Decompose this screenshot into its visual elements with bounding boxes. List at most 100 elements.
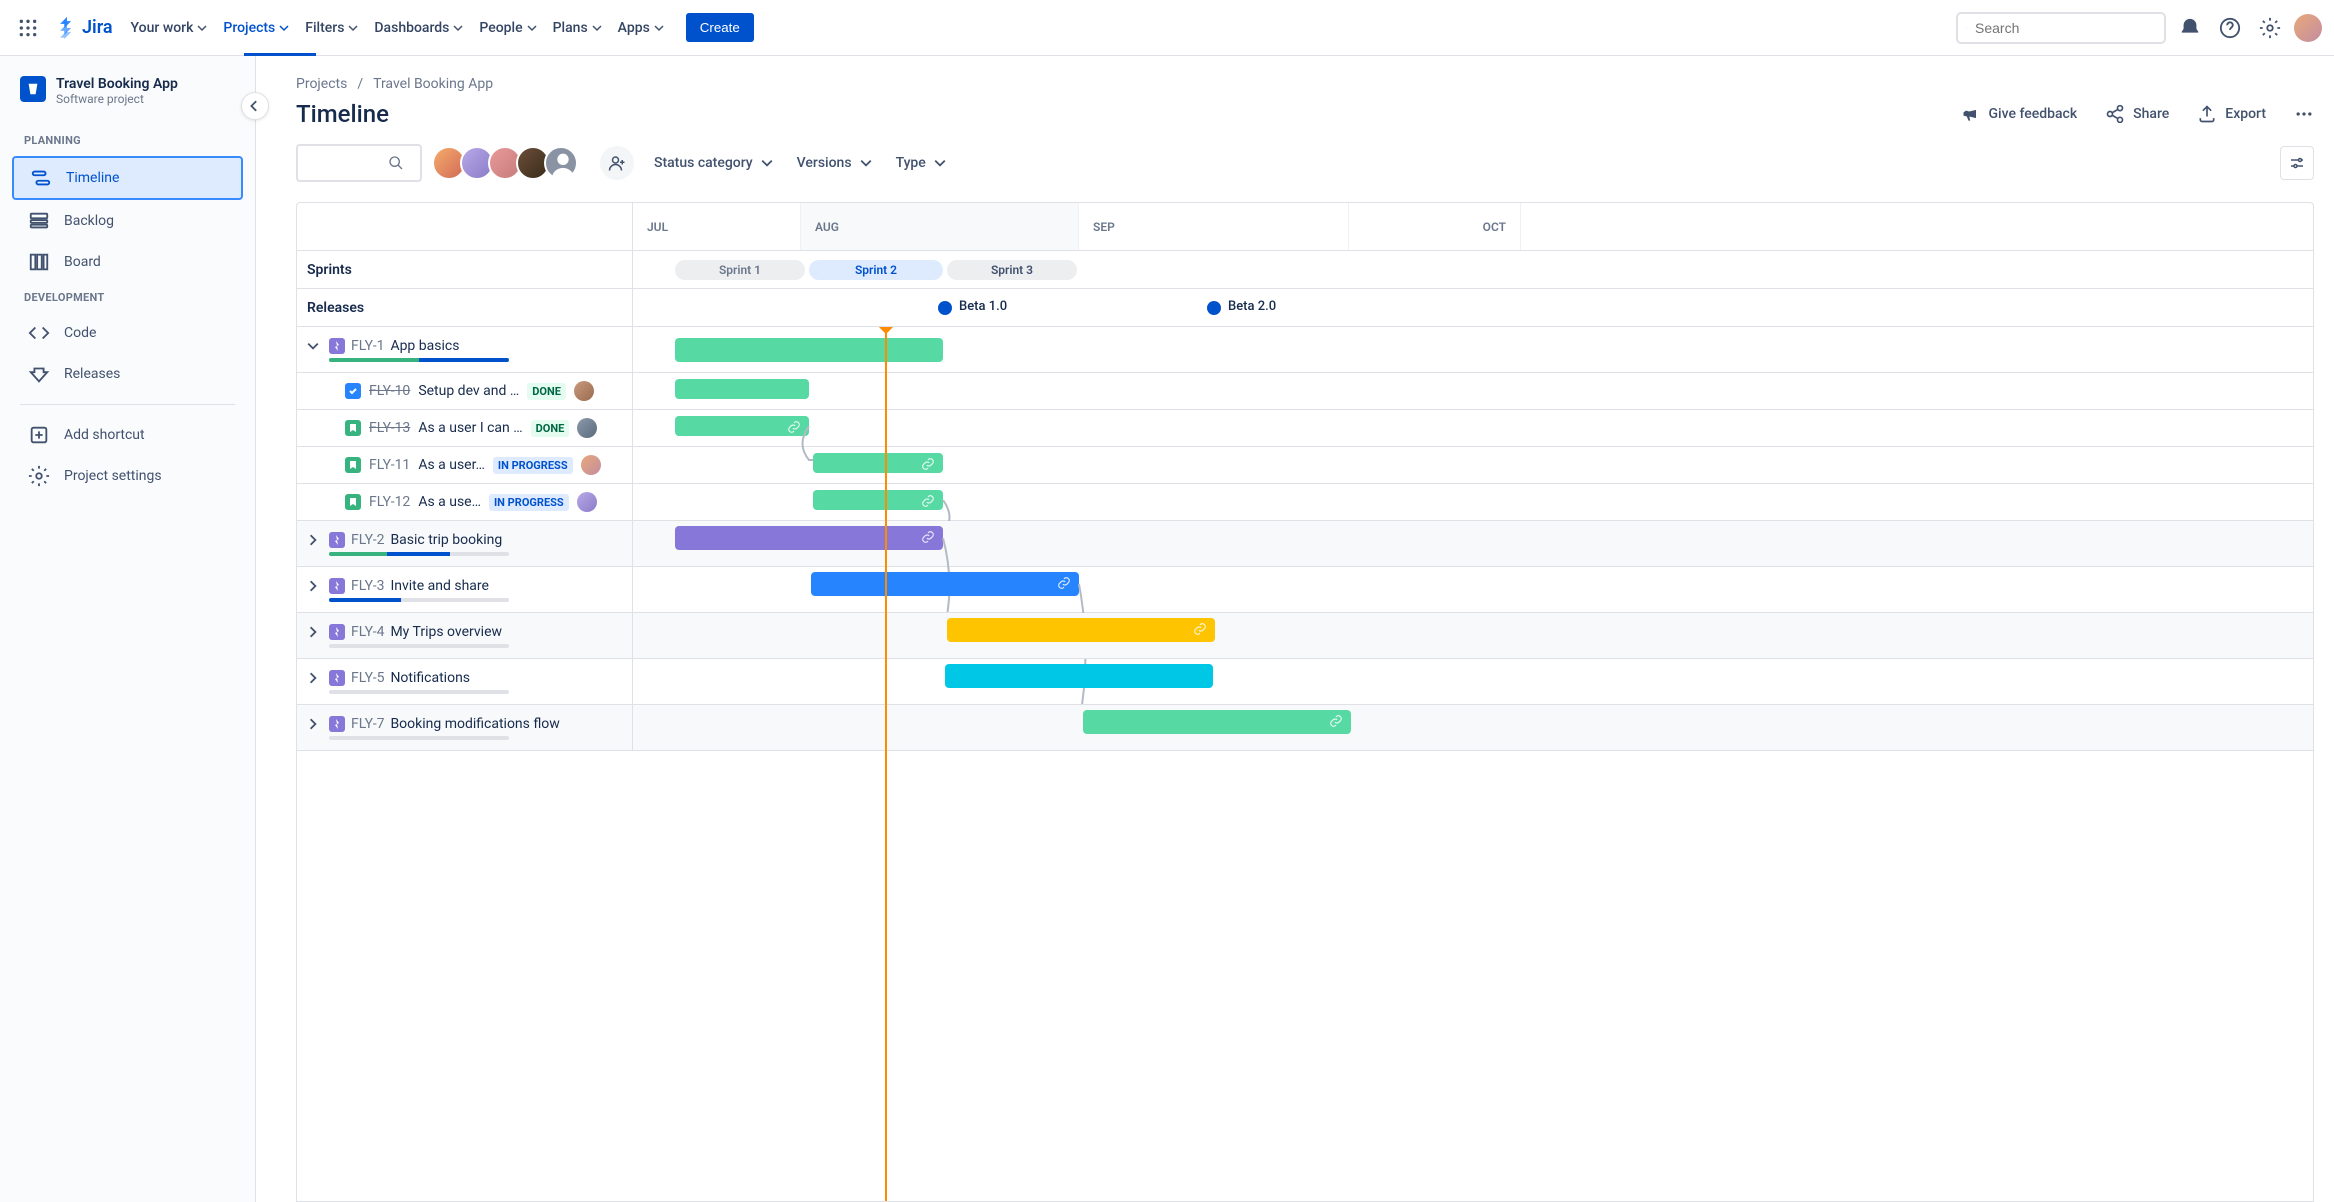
status-badge: IN PROGRESS xyxy=(493,457,573,474)
breadcrumb-project[interactable]: Travel Booking App xyxy=(373,76,493,92)
nav-plans[interactable]: Plans xyxy=(547,12,608,44)
sidebar-item-code[interactable]: Code xyxy=(12,313,243,353)
filter-versions[interactable]: Versions xyxy=(793,147,876,179)
nav-projects[interactable]: Projects xyxy=(217,12,295,44)
issue-title[interactable]: Booking modifications flow xyxy=(390,716,559,732)
link-icon xyxy=(787,420,801,434)
unassigned-avatar[interactable] xyxy=(544,146,578,180)
sprint-3[interactable]: Sprint 3 xyxy=(947,260,1077,280)
gantt-bar[interactable] xyxy=(675,379,809,399)
global-search[interactable] xyxy=(1956,12,2166,44)
jira-logo[interactable]: Jira xyxy=(48,17,121,39)
link-icon xyxy=(921,494,935,508)
issue-key[interactable]: FLY-13 xyxy=(369,420,410,436)
issue-title[interactable]: As a user… xyxy=(418,457,485,473)
user-avatar[interactable] xyxy=(2294,14,2322,42)
nav-people[interactable]: People xyxy=(473,12,542,44)
assignee-filter[interactable] xyxy=(438,146,578,180)
assignee-avatar[interactable] xyxy=(581,455,601,475)
gantt-bar[interactable] xyxy=(675,526,943,550)
gantt-bar[interactable] xyxy=(675,338,943,362)
issue-key[interactable]: FLY-3 xyxy=(351,578,384,594)
gantt-bar[interactable] xyxy=(945,664,1213,688)
issue-title[interactable]: Notifications xyxy=(390,670,470,686)
nav-filters[interactable]: Filters xyxy=(299,12,364,44)
export-button[interactable]: Export xyxy=(2197,104,2266,124)
issue-key[interactable]: FLY-11 xyxy=(369,457,410,473)
gantt-bar[interactable] xyxy=(813,490,943,510)
settings-icon[interactable] xyxy=(2254,12,2286,44)
issue-key[interactable]: FLY-10 xyxy=(369,383,410,399)
gantt-bar[interactable] xyxy=(813,453,943,473)
gantt-bar[interactable] xyxy=(1083,710,1351,734)
month-oct: OCT xyxy=(1349,203,1521,250)
search-icon xyxy=(388,155,404,171)
filter-search-input[interactable] xyxy=(308,156,388,171)
gantt-bar[interactable] xyxy=(811,572,1079,596)
help-icon[interactable] xyxy=(2214,12,2246,44)
issue-key[interactable]: FLY-12 xyxy=(369,494,410,510)
epic-icon xyxy=(329,670,345,686)
filter-status-category[interactable]: Status category xyxy=(650,147,777,179)
sidebar-item-timeline[interactable]: Timeline xyxy=(12,156,243,200)
breadcrumb-projects[interactable]: Projects xyxy=(296,76,347,92)
issue-title[interactable]: Setup dev and … xyxy=(418,383,519,399)
assignee-avatar[interactable] xyxy=(577,492,597,512)
sprint-2[interactable]: Sprint 2 xyxy=(809,260,943,280)
issue-title[interactable]: Invite and share xyxy=(390,578,489,594)
view-settings-button[interactable] xyxy=(2280,146,2314,180)
sidebar-item-backlog[interactable]: Backlog xyxy=(12,201,243,241)
chevron-right-icon[interactable] xyxy=(307,626,323,638)
chevron-right-icon[interactable] xyxy=(307,718,323,730)
chevron-right-icon[interactable] xyxy=(307,534,323,546)
app-switcher-icon[interactable] xyxy=(12,12,44,44)
gantt-bar[interactable] xyxy=(675,416,809,436)
status-badge: DONE xyxy=(531,420,570,437)
sidebar-item-project-settings[interactable]: Project settings xyxy=(12,456,243,496)
issue-title[interactable]: Basic trip booking xyxy=(390,532,502,548)
epic-progress xyxy=(329,644,509,648)
filter-type[interactable]: Type xyxy=(892,147,950,179)
issue-title[interactable]: As a user I can … xyxy=(418,420,522,436)
sidebar-item-board[interactable]: Board xyxy=(12,242,243,282)
sliders-icon xyxy=(2288,154,2306,172)
issue-key[interactable]: FLY-2 xyxy=(351,532,384,548)
sidebar-item-releases[interactable]: Releases xyxy=(12,354,243,394)
nav-your-work[interactable]: Your work xyxy=(125,12,214,44)
search-input[interactable] xyxy=(1975,20,2156,36)
give-feedback-button[interactable]: Give feedback xyxy=(1961,104,2078,124)
assignee-avatar[interactable] xyxy=(577,418,597,438)
gantt-bar[interactable] xyxy=(947,618,1215,642)
status-badge: IN PROGRESS xyxy=(489,494,569,511)
issue-key[interactable]: FLY-5 xyxy=(351,670,384,686)
issue-title[interactable]: As a use… xyxy=(418,494,481,510)
sprint-1[interactable]: Sprint 1 xyxy=(675,260,805,280)
share-button[interactable]: Share xyxy=(2105,104,2169,124)
collapse-sidebar-button[interactable] xyxy=(241,92,269,120)
release-beta-1-dot[interactable] xyxy=(938,301,952,315)
issue-key[interactable]: FLY-4 xyxy=(351,624,384,640)
nav-apps[interactable]: Apps xyxy=(612,12,670,44)
epic-icon xyxy=(329,532,345,548)
logo-text: Jira xyxy=(82,17,113,38)
chevron-right-icon[interactable] xyxy=(307,672,323,684)
assignee-avatar[interactable] xyxy=(574,381,594,401)
month-sep: SEP xyxy=(1079,203,1349,250)
issue-title[interactable]: App basics xyxy=(390,338,459,354)
release-beta-2-dot[interactable] xyxy=(1207,301,1221,315)
filter-search-box[interactable] xyxy=(296,144,422,182)
sidebar-item-add-shortcut[interactable]: Add shortcut xyxy=(12,415,243,455)
notifications-icon[interactable] xyxy=(2174,12,2206,44)
filter-toolbar: Status category Versions Type xyxy=(296,144,2314,182)
create-button[interactable]: Create xyxy=(686,13,754,42)
more-actions-button[interactable] xyxy=(2294,104,2314,124)
issue-title[interactable]: My Trips overview xyxy=(390,624,502,640)
issue-key[interactable]: FLY-7 xyxy=(351,716,384,732)
chevron-down-icon[interactable] xyxy=(307,340,323,352)
nav-dashboards[interactable]: Dashboards xyxy=(368,12,469,44)
task-icon xyxy=(345,383,361,399)
page-title: Timeline xyxy=(296,100,389,128)
add-person-button[interactable] xyxy=(600,146,634,180)
issue-key[interactable]: FLY-1 xyxy=(351,338,384,354)
chevron-right-icon[interactable] xyxy=(307,580,323,592)
